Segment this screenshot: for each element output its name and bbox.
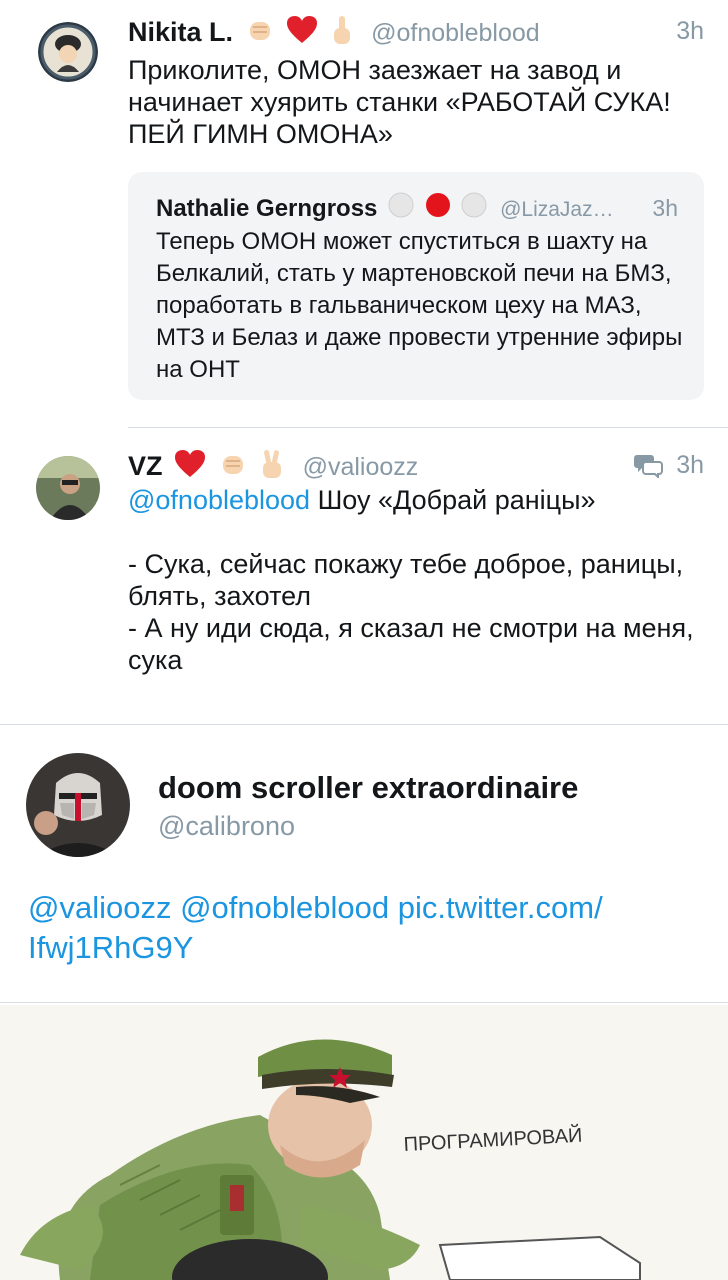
quote-author-name: Nathalie Gerngross (156, 194, 378, 222)
tweet-text-line: - Сука, сейчас покажу тебе доброе, раниц… (128, 549, 684, 611)
avatar-image (38, 22, 98, 82)
heart-emoji (286, 15, 318, 53)
tweet-nikita[interactable]: Nikita L. @ofnobleblood 3h Приколите, ОМ… (0, 0, 728, 420)
tweet-text-first-line: Шоу «Добрай раніцы» (310, 485, 596, 515)
heart-emoji (174, 449, 206, 487)
avatar[interactable] (38, 22, 98, 82)
quoted-tweet[interactable]: Nathalie Gerngross @LizaJaz… 3h Теперь О… (128, 172, 704, 400)
author-name[interactable]: Nikita L. (128, 17, 233, 47)
avatar-image (26, 753, 130, 857)
author-handle[interactable]: @ofnobleblood (371, 19, 540, 47)
victory-hand-emoji (259, 448, 285, 488)
avatar-image (36, 456, 100, 520)
author-handle[interactable]: @valioozz (303, 453, 419, 481)
tweet-text-line: - А ну иди сюда, я сказал не смотри на м… (128, 613, 694, 675)
quote-time: 3h (652, 195, 678, 221)
cartoon-drawing: ПРОГРАМИРОВАЙ (0, 1005, 728, 1280)
quote-text: Теперь ОМОН может спуститься в шахту на … (156, 228, 683, 383)
tweet-vz[interactable]: VZ @valioozz 3h @ofnobleblood Шоу «Добра… (0, 428, 728, 724)
avatar[interactable] (26, 753, 130, 857)
author-name[interactable]: doom scroller extraordinaire (158, 768, 578, 808)
tweet-image[interactable]: ПРОГРАМИРОВАЙ (0, 1005, 728, 1280)
tweet-time: 3h (676, 451, 704, 479)
author-handle[interactable]: @calibrono (158, 808, 295, 844)
author-name[interactable]: VZ (128, 451, 163, 481)
quote-author-handle: @LizaJaz… (500, 197, 614, 221)
fist-light-emoji (245, 15, 275, 53)
tweet-text: Приколите, ОМОН заезжает на завод и начи… (128, 55, 671, 149)
conversation-icon (634, 452, 664, 483)
divider (0, 1002, 728, 1003)
white-circle-emoji (461, 192, 487, 227)
tweet-text: @ofnobleblood Шоу «Добрай раніцы» - Сука… (128, 484, 698, 676)
white-circle-emoji (388, 192, 414, 227)
mention-link[interactable]: @ofnobleblood (128, 485, 310, 515)
tweet-time: 3h (676, 17, 704, 45)
middle-finger-emoji (330, 14, 354, 54)
fist-light-emoji (218, 449, 248, 487)
red-circle-emoji (425, 192, 451, 227)
tweet-text-links[interactable]: @valioozz @ofnobleblood pic.twitter.com/… (28, 888, 708, 968)
avatar[interactable] (36, 456, 100, 520)
